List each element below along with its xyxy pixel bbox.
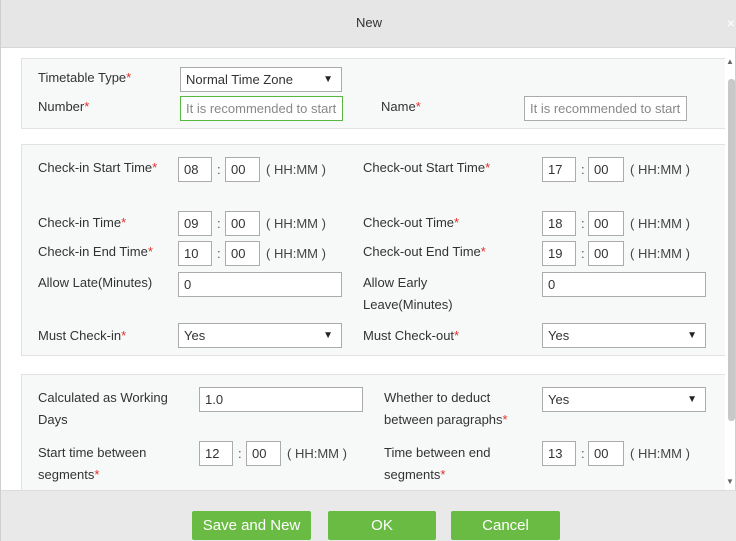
time-format-hint: ( HH:MM ) <box>287 446 347 461</box>
new-timetable-dialog: New × Timetable Type* Normal Time Zone ▼ … <box>0 0 736 541</box>
name-field[interactable]: It is recommended to start <box>524 96 687 121</box>
checkin-time-minute[interactable]: 00 <box>225 211 260 236</box>
time-format-hint: ( HH:MM ) <box>266 246 326 261</box>
time-settings-panel: Check-in Start Time* 08 : 00 ( HH:MM ) C… <box>21 144 725 356</box>
timetable-type-label: Timetable Type* <box>38 70 132 85</box>
time-format-hint: ( HH:MM ) <box>630 162 690 177</box>
save-and-new-button[interactable]: Save and New <box>192 511 311 540</box>
segment-start-hour[interactable]: 12 <box>199 441 233 466</box>
checkout-end-hour[interactable]: 19 <box>542 241 576 266</box>
timetable-type-select[interactable]: Normal Time Zone ▼ <box>180 67 342 92</box>
checkin-end-minute[interactable]: 00 <box>225 241 260 266</box>
checkout-start-hour[interactable]: 17 <box>542 157 576 182</box>
allow-early-field[interactable]: 0 <box>542 272 706 297</box>
time-colon: : <box>581 446 585 461</box>
chevron-down-icon: ▼ <box>323 74 333 85</box>
chevron-down-icon: ▼ <box>687 330 697 341</box>
close-icon[interactable]: × <box>727 15 735 31</box>
time-colon: : <box>581 162 585 177</box>
checkout-time-hour[interactable]: 18 <box>542 211 576 236</box>
allow-early-label: Allow Early Leave(Minutes) <box>363 275 453 312</box>
checkin-time-label: Check-in Time* <box>38 215 127 230</box>
segment-end-label: Time between end segments* <box>384 445 491 482</box>
basic-panel: Timetable Type* Normal Time Zone ▼ Number… <box>21 58 725 129</box>
deduct-label: Whether to deduct between paragraphs* <box>384 390 508 427</box>
scroll-down-icon[interactable]: ▼ <box>726 477 734 486</box>
working-days-field[interactable]: 1.0 <box>199 387 363 412</box>
working-days-label: Calculated as Working Days <box>38 390 168 427</box>
chevron-down-icon: ▼ <box>687 394 697 405</box>
deduct-select[interactable]: Yes ▼ <box>542 387 706 412</box>
scroll-up-icon[interactable]: ▲ <box>726 57 734 66</box>
checkout-end-minute[interactable]: 00 <box>588 241 624 266</box>
checkin-end-label: Check-in End Time* <box>38 244 153 259</box>
must-checkout-select[interactable]: Yes ▼ <box>542 323 706 348</box>
must-checkin-label: Must Check-in* <box>38 328 127 343</box>
must-checkout-label: Must Check-out* <box>363 328 460 343</box>
time-format-hint: ( HH:MM ) <box>266 216 326 231</box>
time-colon: : <box>581 246 585 261</box>
allow-late-field[interactable]: 0 <box>178 272 342 297</box>
time-colon: : <box>217 162 221 177</box>
checkin-start-hour[interactable]: 08 <box>178 157 212 182</box>
checkin-time-hour[interactable]: 09 <box>178 211 212 236</box>
time-colon: : <box>217 216 221 231</box>
segment-start-label: Start time between segments* <box>38 445 147 482</box>
checkin-start-label: Check-in Start Time* <box>38 160 158 175</box>
number-label: Number* <box>38 99 90 114</box>
time-format-hint: ( HH:MM ) <box>630 246 690 261</box>
vertical-scrollbar[interactable]: ▲ ▼ <box>725 55 736 490</box>
checkin-end-hour[interactable]: 10 <box>178 241 212 266</box>
checkout-start-label: Check-out Start Time* <box>363 160 491 175</box>
name-label: Name* <box>381 99 421 114</box>
segment-end-minute[interactable]: 00 <box>588 441 624 466</box>
checkin-start-minute[interactable]: 00 <box>225 157 260 182</box>
allow-late-label: Allow Late(Minutes) <box>38 275 153 290</box>
segment-end-hour[interactable]: 13 <box>542 441 576 466</box>
must-checkin-select[interactable]: Yes ▼ <box>178 323 342 348</box>
ok-button[interactable]: OK <box>328 511 436 540</box>
segment-start-minute[interactable]: 00 <box>246 441 281 466</box>
scrollbar-thumb[interactable] <box>728 79 735 421</box>
cancel-button[interactable]: Cancel <box>451 511 560 540</box>
dialog-footer: Save and New OK Cancel <box>1 490 736 541</box>
time-format-hint: ( HH:MM ) <box>266 162 326 177</box>
time-colon: : <box>581 216 585 231</box>
chevron-down-icon: ▼ <box>323 330 333 341</box>
working-panel: Calculated as Working Days 1.0 Whether t… <box>21 374 725 490</box>
checkout-time-label: Check-out Time* <box>363 215 460 230</box>
checkout-start-minute[interactable]: 00 <box>588 157 624 182</box>
time-format-hint: ( HH:MM ) <box>630 446 690 461</box>
checkout-time-minute[interactable]: 00 <box>588 211 624 236</box>
dialog-titlebar: New × <box>1 0 736 48</box>
dialog-content: Timetable Type* Normal Time Zone ▼ Number… <box>11 48 725 490</box>
time-colon: : <box>238 446 242 461</box>
dialog-title: New <box>355 15 382 30</box>
checkout-end-label: Check-out End Time* <box>363 244 486 259</box>
time-format-hint: ( HH:MM ) <box>630 216 690 231</box>
time-colon: : <box>217 246 221 261</box>
number-field[interactable]: It is recommended to start <box>180 96 343 121</box>
